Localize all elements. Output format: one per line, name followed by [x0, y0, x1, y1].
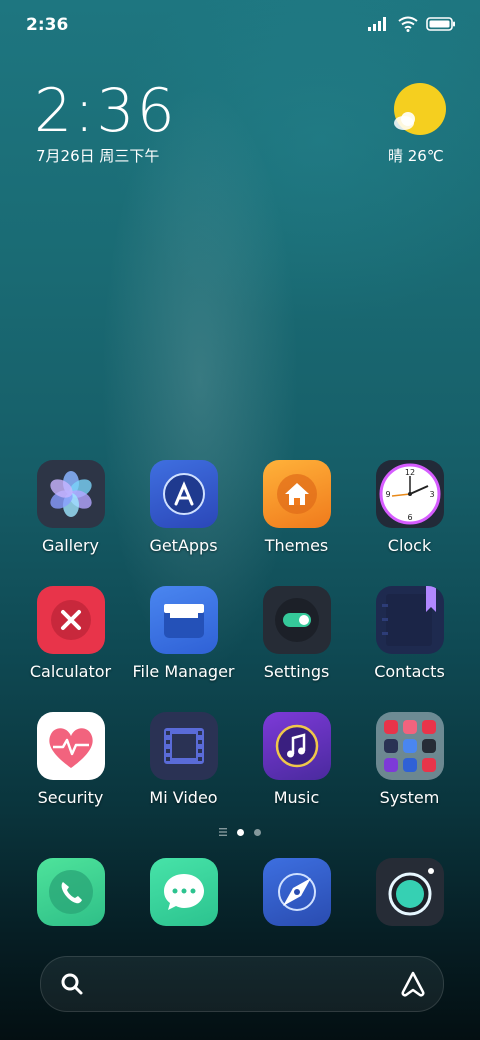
app-label: File Manager — [132, 662, 235, 681]
app-calculator[interactable]: Calculator — [14, 586, 127, 681]
dock-camera[interactable] — [353, 858, 466, 926]
browser-icon — [262, 858, 331, 926]
app-label: Calculator — [29, 662, 112, 681]
app-label: Security — [37, 788, 104, 807]
clock-icon: 12 3 6 9 — [375, 460, 444, 528]
dock-browser[interactable] — [240, 858, 353, 926]
app-label: Music — [273, 788, 320, 807]
app-label: Contacts — [374, 662, 445, 681]
calculator-icon — [36, 586, 105, 654]
svg-text:3: 3 — [429, 490, 434, 499]
gallery-icon — [36, 460, 105, 528]
clock-widget-time[interactable]: 2:36 — [34, 76, 177, 146]
svg-text:12: 12 — [404, 468, 414, 477]
messages-icon — [149, 858, 218, 926]
svg-text:9: 9 — [385, 490, 390, 499]
wifi-icon — [398, 16, 418, 32]
app-label: Settings — [263, 662, 330, 681]
status-bar: 2:36 — [0, 0, 480, 50]
mi-video-icon — [149, 712, 218, 780]
page-dot-active[interactable] — [237, 828, 244, 836]
app-label: GetApps — [149, 536, 218, 555]
app-gallery[interactable]: Gallery — [14, 460, 127, 555]
app-label: System — [379, 788, 440, 807]
app-file-manager[interactable]: File Manager — [127, 586, 240, 681]
status-icons — [368, 16, 456, 32]
getapps-icon — [149, 460, 218, 528]
assistant-icon[interactable] — [399, 970, 427, 998]
security-icon — [36, 712, 105, 780]
app-settings[interactable]: Settings — [240, 586, 353, 681]
app-label: Gallery — [42, 536, 99, 555]
app-label: Themes — [264, 536, 329, 555]
music-icon — [262, 712, 331, 780]
menu-lines-icon — [219, 828, 227, 836]
signal-icon — [368, 17, 386, 31]
search-bar[interactable] — [40, 956, 444, 1012]
page-dot[interactable] — [254, 828, 261, 836]
app-mi-video[interactable]: Mi Video — [127, 712, 240, 807]
status-time: 2:36 — [26, 15, 69, 35]
app-label: Mi Video — [149, 788, 218, 807]
camera-icon — [375, 858, 444, 926]
settings-icon — [262, 586, 331, 654]
app-system-folder[interactable]: System — [353, 712, 466, 807]
dock-phone[interactable] — [14, 858, 127, 926]
app-clock[interactable]: 12 3 6 9 Clock — [353, 460, 466, 555]
app-security[interactable]: Security — [14, 712, 127, 807]
file-manager-icon — [149, 586, 218, 654]
system-folder-icon — [375, 712, 444, 780]
app-getapps[interactable]: GetApps — [127, 460, 240, 555]
app-label: Clock — [387, 536, 432, 555]
page-indicator — [0, 828, 480, 836]
themes-icon — [262, 460, 331, 528]
contacts-icon — [375, 586, 444, 654]
app-themes[interactable]: Themes — [240, 460, 353, 555]
battery-icon — [426, 17, 455, 31]
svg-text:6: 6 — [407, 513, 412, 522]
phone-icon — [36, 858, 105, 926]
sunny-weather-icon[interactable] — [390, 82, 448, 140]
clock-widget-date: 7月26日 周三下午 — [36, 147, 160, 165]
weather-text: 晴 26℃ — [388, 147, 444, 165]
app-music[interactable]: Music — [240, 712, 353, 807]
dock-messages[interactable] — [127, 858, 240, 926]
search-icon[interactable] — [59, 971, 85, 997]
app-contacts[interactable]: Contacts — [353, 586, 466, 681]
